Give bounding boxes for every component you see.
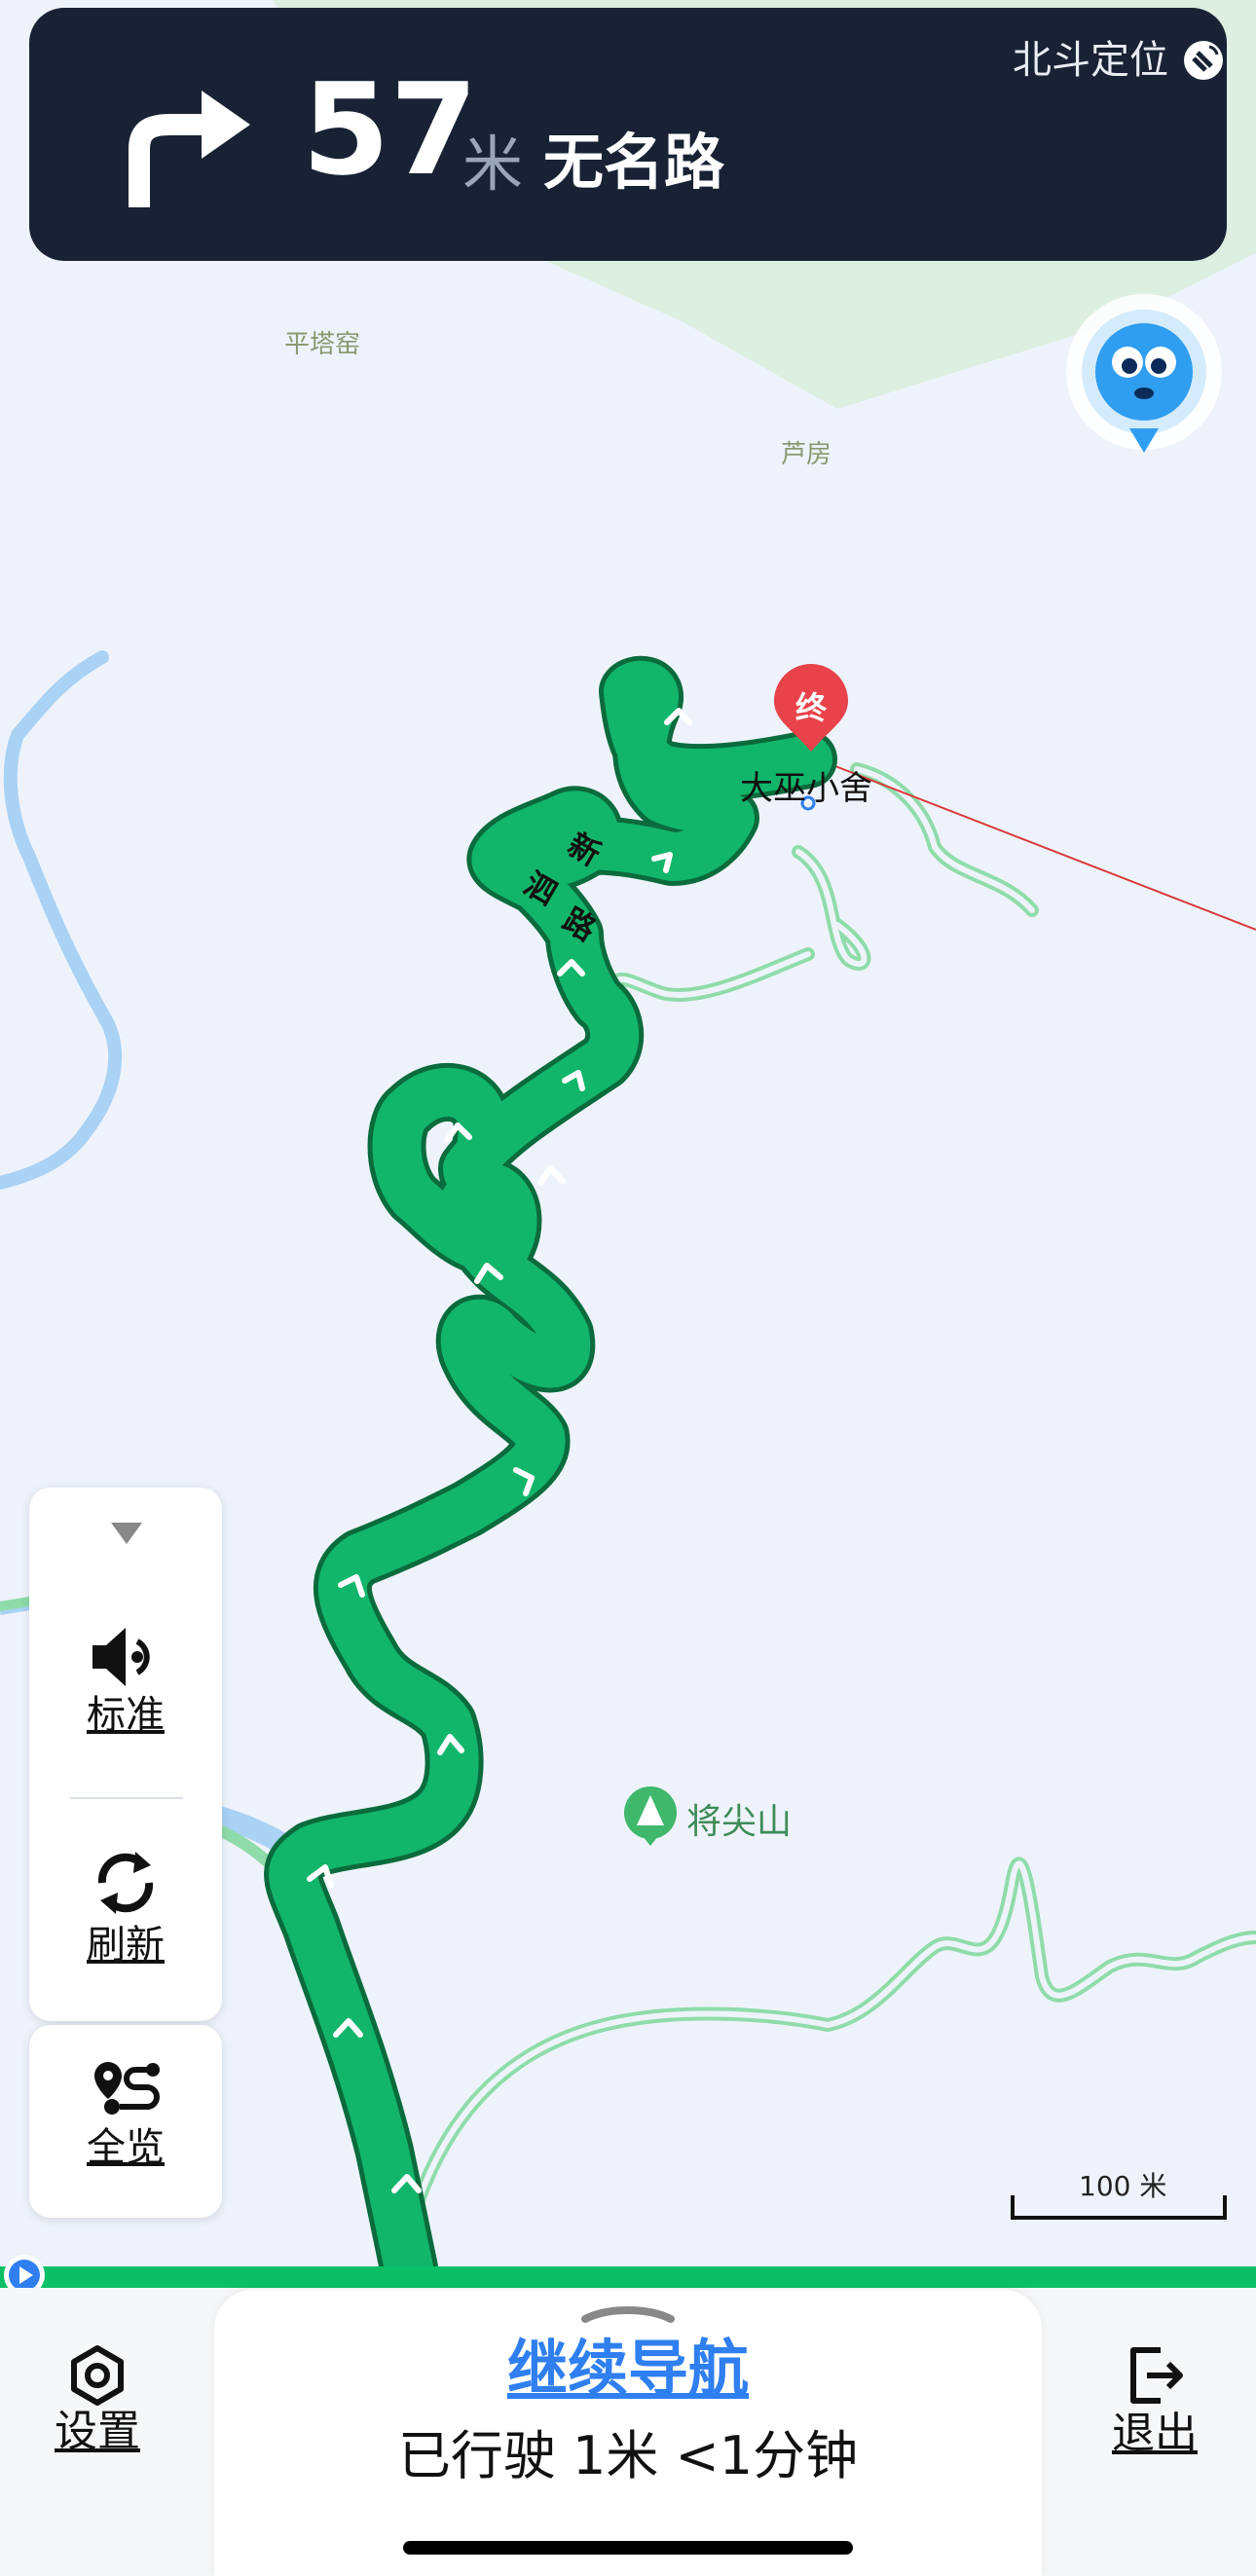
- collapse-triangle-icon[interactable]: [111, 1523, 142, 1544]
- refresh-button[interactable]: 刷新: [29, 1844, 222, 1965]
- settings-icon: [71, 2345, 124, 2406]
- exit-label: 退出: [1112, 2409, 1198, 2458]
- settings-button[interactable]: 设置: [39, 2344, 156, 2453]
- home-indicator[interactable]: [403, 2541, 853, 2555]
- destination-marker-text: 终: [795, 689, 828, 726]
- distance-unit: 米: [462, 129, 524, 200]
- positioning-text: 北斗定位: [1013, 38, 1168, 83]
- village-label: 平塔窑: [284, 330, 361, 359]
- navigation-banner: 57 米 无名路 北斗定位: [29, 8, 1227, 261]
- voice-mode-label: 标准: [87, 1693, 165, 1738]
- next-road-name: 无名路: [543, 127, 725, 198]
- overview-label: 全览: [87, 2125, 165, 2170]
- route-progress-bar: [0, 2266, 1256, 2288]
- voice-mode-button[interactable]: 标准: [29, 1622, 222, 1735]
- destination-name[interactable]: 大巫小舍: [740, 761, 872, 809]
- continue-navigation-button[interactable]: 继续导航: [0, 2338, 1256, 2399]
- poi-name[interactable]: 将尖山: [686, 1793, 792, 1844]
- turn-right-arrow-icon: [129, 91, 250, 207]
- exit-button[interactable]: 退出: [1096, 2342, 1213, 2455]
- village-label: 芦房: [781, 440, 832, 469]
- refresh-icon: [97, 1852, 154, 1914]
- trip-status: 已行驶 1米 <1分钟: [397, 2425, 859, 2486]
- speaker-icon: [92, 1628, 150, 1686]
- panel-divider: [70, 1797, 183, 1799]
- control-panel: 标准 刷新: [29, 1488, 222, 2021]
- avatar-icon[interactable]: [1061, 292, 1227, 462]
- route-overview-icon: [94, 2062, 160, 2115]
- satellite-icon: [1184, 41, 1223, 80]
- refresh-label: 刷新: [87, 1923, 165, 1968]
- exit-icon: [1130, 2347, 1183, 2404]
- positioning-status: 北斗定位: [1013, 37, 1227, 84]
- settings-label: 设置: [55, 2407, 140, 2456]
- overview-button[interactable]: 全览: [29, 2025, 222, 2218]
- drag-handle-icon[interactable]: [579, 2303, 677, 2323]
- scale-label: 100 米: [1079, 2170, 1167, 2202]
- distance-value: 57: [302, 55, 478, 203]
